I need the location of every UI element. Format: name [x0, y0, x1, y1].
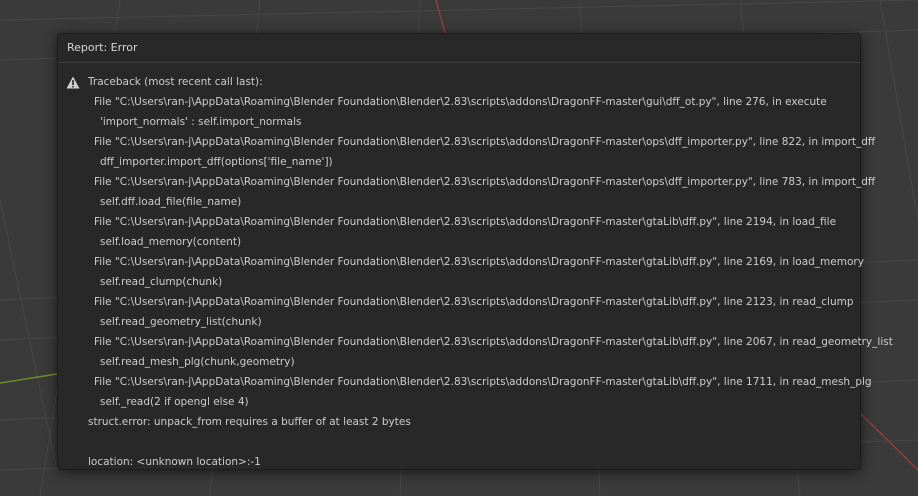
traceback-code-line: self._read(2 if opengl else 4)	[100, 396, 249, 408]
traceback-file-line: File "C:\Users\ran-j\AppData\Roaming\Ble…	[94, 216, 837, 228]
traceback-code-line: self.read_geometry_list(chunk)	[100, 316, 262, 328]
traceback-body: Traceback (most recent call last): File …	[58, 63, 893, 472]
traceback-file-line: File "C:\Users\ran-j\AppData\Roaming\Ble…	[94, 96, 827, 108]
traceback-code-line: dff_importer.import_dff(options['file_na…	[100, 156, 333, 168]
warning-icon	[66, 76, 80, 89]
traceback-file-line: File "C:\Users\ran-j\AppData\Roaming\Ble…	[94, 376, 872, 388]
error-location: location: <unknown location>:-1	[88, 456, 261, 468]
traceback-file-line: File "C:\Users\ran-j\AppData\Roaming\Ble…	[94, 296, 854, 308]
traceback-code-line: self.dff.load_file(file_name)	[100, 196, 242, 208]
traceback-file-line: File "C:\Users\ran-j\AppData\Roaming\Ble…	[94, 176, 876, 188]
popup-title: Report: Error	[58, 34, 860, 63]
traceback-code-line: self.read_mesh_plg(chunk,geometry)	[100, 356, 295, 368]
traceback-header: Traceback (most recent call last):	[88, 76, 263, 88]
error-message: struct.error: unpack_from requires a buf…	[88, 416, 411, 428]
traceback-code-line: 'import_normals' : self.import_normals	[100, 116, 302, 128]
traceback-file-line: File "C:\Users\ran-j\AppData\Roaming\Ble…	[94, 136, 876, 148]
traceback-code-line: self.read_clump(chunk)	[100, 276, 223, 288]
traceback-file-line: File "C:\Users\ran-j\AppData\Roaming\Ble…	[94, 336, 893, 348]
error-report-popup: Report: Error Traceback (most recent cal…	[57, 33, 893, 472]
traceback-file-line: File "C:\Users\ran-j\AppData\Roaming\Ble…	[94, 256, 864, 268]
traceback-code-line: self.load_memory(content)	[100, 236, 242, 248]
